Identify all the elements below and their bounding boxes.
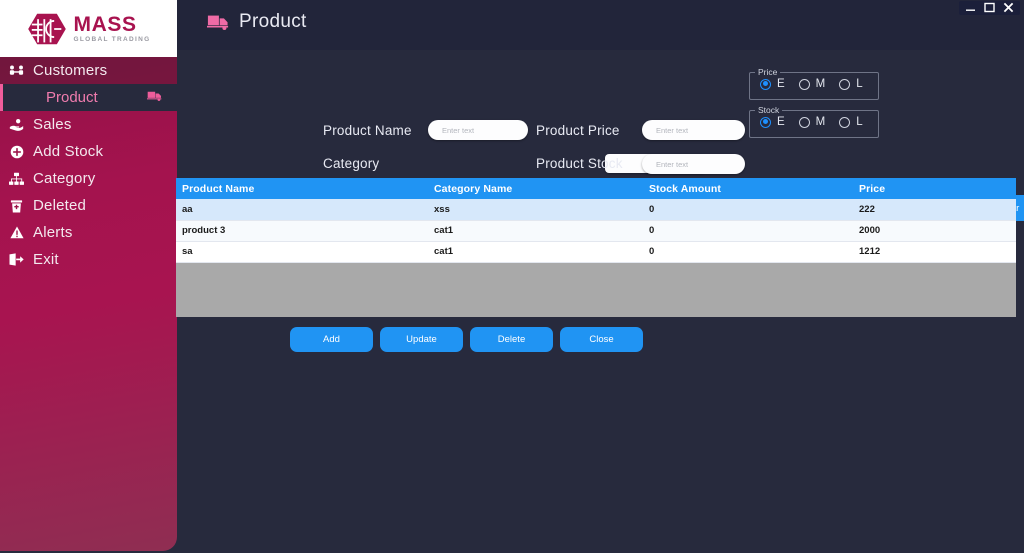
category-label: Category <box>323 156 380 171</box>
users-icon <box>8 64 25 77</box>
close-button[interactable]: Close <box>560 327 643 352</box>
warning-triangle-icon <box>8 226 25 239</box>
action-button-row: Add Update Delete Close <box>290 327 643 352</box>
table-header-row: Product Name Category Name Stock Amount … <box>176 178 1016 199</box>
product-name-label: Product Name <box>323 123 412 138</box>
sign-out-icon <box>8 253 25 266</box>
sidebar-item-label: Deleted <box>33 197 87 214</box>
cell-stock-amount: 0 <box>643 220 853 242</box>
sidebar: MASS GLOBAL TRADING Customers Product Sa… <box>0 0 177 551</box>
product-stock-label: Product Stock <box>536 156 623 171</box>
product-stock-input[interactable] <box>642 154 745 174</box>
cell-category-name: xss <box>428 199 643 221</box>
cell-product-name: aa <box>176 199 428 221</box>
trash-icon <box>8 199 25 213</box>
add-button[interactable]: Add <box>290 327 373 352</box>
plus-circle-icon <box>8 145 25 159</box>
update-button[interactable]: Update <box>380 327 463 352</box>
cell-category-name: cat1 <box>428 241 643 263</box>
table-row[interactable]: sa cat1 0 1212 <box>176 241 1016 263</box>
sidebar-item-category[interactable]: Category <box>0 165 177 192</box>
sidebar-item-label: Exit <box>33 251 59 268</box>
cell-stock-amount: 0 <box>643 241 853 263</box>
cell-stock-amount: 0 <box>643 199 853 221</box>
hand-holding-icon <box>8 118 25 132</box>
sidebar-item-label: Product <box>46 89 98 106</box>
cell-price: 222 <box>853 199 1016 221</box>
sidebar-item-product[interactable]: Product <box>0 84 177 111</box>
sidebar-item-deleted[interactable]: Deleted <box>0 192 177 219</box>
active-accent-bar <box>0 84 3 111</box>
page-title: Product <box>207 11 307 33</box>
sidebar-item-alerts[interactable]: Alerts <box>0 219 177 246</box>
table-row[interactable]: product 3 cat1 0 2000 <box>176 220 1016 242</box>
stock-option-label: E <box>777 116 785 128</box>
brand-logo: MASS GLOBAL TRADING <box>0 0 177 57</box>
brand-tagline: GLOBAL TRADING <box>73 35 151 43</box>
sidebar-item-label: Category <box>33 170 96 187</box>
column-header-product-name[interactable]: Product Name <box>176 178 428 199</box>
delivery-truck-icon <box>147 89 162 107</box>
maximize-icon[interactable] <box>984 2 995 13</box>
stock-radio-group: Stock E M L <box>749 105 879 138</box>
stock-radio-m[interactable] <box>798 116 810 128</box>
cell-category-name: cat1 <box>428 220 643 242</box>
sidebar-item-label: Alerts <box>33 224 73 241</box>
price-radio-l[interactable] <box>839 78 851 90</box>
sidebar-item-label: Add Stock <box>33 143 104 160</box>
window-controls <box>959 1 1020 15</box>
stock-option-label: M <box>815 116 826 128</box>
minimize-icon[interactable] <box>965 2 976 13</box>
title-bar: Product <box>177 0 1024 50</box>
mass-logo-icon <box>27 13 66 44</box>
stock-radio-l[interactable] <box>839 116 851 128</box>
cell-price: 2000 <box>853 220 1016 242</box>
product-price-label: Product Price <box>536 123 620 138</box>
column-header-stock-amount[interactable]: Stock Amount <box>643 178 853 199</box>
stock-group-legend: Stock <box>758 105 780 115</box>
price-option-label: E <box>777 78 785 90</box>
price-option-label: L <box>856 78 863 90</box>
price-radio-group: Price E M L <box>749 67 879 100</box>
price-group-legend: Price <box>758 67 778 77</box>
delivery-truck-icon <box>207 13 229 31</box>
column-header-price[interactable]: Price <box>853 178 1016 199</box>
stock-radio-e[interactable] <box>760 116 771 128</box>
products-table[interactable]: Product Name Category Name Stock Amount … <box>176 178 1016 317</box>
sidebar-item-add-stock[interactable]: Add Stock <box>0 138 177 165</box>
sitemap-icon <box>8 172 25 186</box>
delete-button[interactable]: Delete <box>470 327 553 352</box>
product-name-input[interactable] <box>428 120 528 140</box>
close-icon[interactable] <box>1003 2 1014 13</box>
page-title-text: Product <box>239 11 307 32</box>
stock-option-label: L <box>856 116 863 128</box>
sidebar-item-sales[interactable]: Sales <box>0 111 177 138</box>
column-header-category-name[interactable]: Category Name <box>428 178 643 199</box>
cell-product-name: product 3 <box>176 220 428 242</box>
sidebar-item-label: Customers <box>33 62 108 79</box>
price-option-label: M <box>815 78 826 90</box>
price-radio-m[interactable] <box>798 78 810 90</box>
sidebar-item-customers[interactable]: Customers <box>0 57 177 84</box>
price-radio-e[interactable] <box>760 78 771 90</box>
brand-name: MASS <box>73 12 137 36</box>
product-price-input[interactable] <box>642 120 745 140</box>
sidebar-item-label: Sales <box>33 116 72 133</box>
cell-price: 1212 <box>853 241 1016 263</box>
search-form-panel: Product Name Category Product Price Prod… <box>177 50 1024 221</box>
cell-product-name: sa <box>176 241 428 263</box>
sidebar-item-exit[interactable]: Exit <box>0 246 177 273</box>
table-row[interactable]: aa xss 0 222 <box>176 199 1016 221</box>
application-window: MASS GLOBAL TRADING Customers Product Sa… <box>0 0 1024 553</box>
